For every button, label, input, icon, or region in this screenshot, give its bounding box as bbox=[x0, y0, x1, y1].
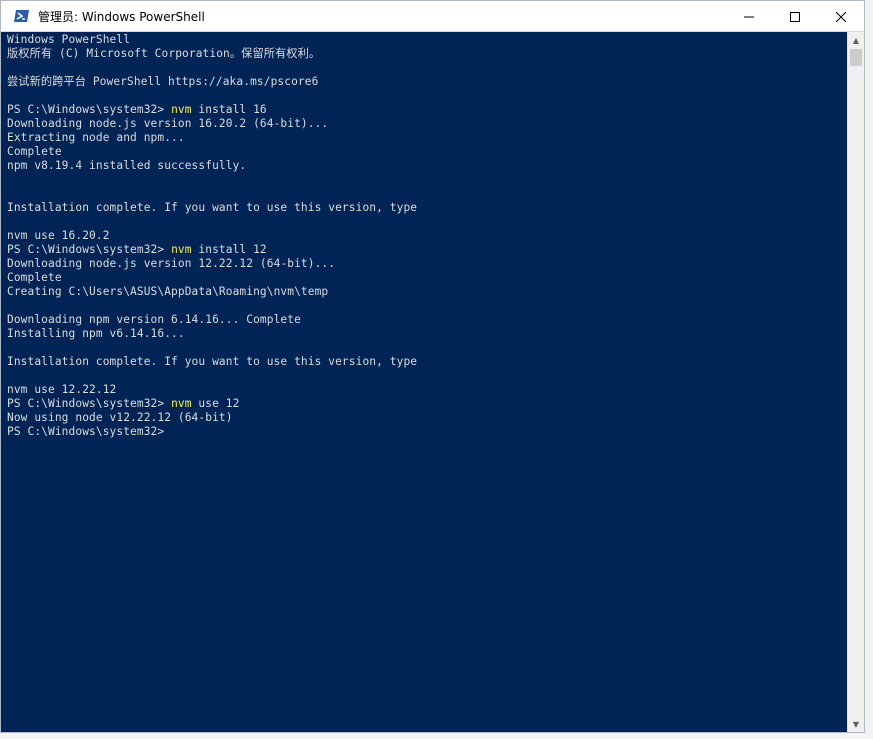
console-line-text: PS C:\Windows\system32> bbox=[7, 397, 172, 410]
console-line-text: Downloading npm version 6.14.16... Compl… bbox=[7, 313, 301, 326]
console-line-text: Complete bbox=[7, 145, 62, 158]
minimize-icon bbox=[744, 7, 754, 26]
console-line: npm v8.19.4 installed successfully. bbox=[7, 159, 847, 173]
maximize-button[interactable] bbox=[772, 1, 818, 31]
console-line-text: Complete bbox=[7, 271, 62, 284]
scroll-down-arrow-icon[interactable]: ▼ bbox=[848, 716, 864, 732]
console-command-args: install 12 bbox=[191, 243, 267, 256]
console-command: nvm bbox=[171, 103, 192, 116]
console-line-text: PS C:\Windows\system32> bbox=[7, 243, 172, 256]
console-line: Extracting node and npm... bbox=[7, 131, 847, 145]
close-icon bbox=[835, 7, 847, 26]
console-line: PS C:\Windows\system32> nvm use 12 bbox=[7, 397, 847, 411]
powershell-window: 管理员: Windows PowerShell Windows PowerShe… bbox=[0, 0, 865, 733]
console-line-text: 版权所有 (C) Microsoft Corporation。保留所有权利。 bbox=[7, 47, 321, 60]
console-line-text: npm v8.19.4 installed successfully. bbox=[7, 159, 247, 172]
console-line: Complete bbox=[7, 145, 847, 159]
console-line-text: Downloading node.js version 16.20.2 (64-… bbox=[7, 117, 329, 130]
console-line-text: Installation complete. If you want to us… bbox=[7, 355, 418, 368]
console-line: Now using node v12.22.12 (64-bit) bbox=[7, 411, 847, 425]
console-command: nvm bbox=[171, 397, 192, 410]
background-desktop-bottom bbox=[0, 733, 873, 739]
scrollbar-thumb[interactable] bbox=[850, 49, 862, 66]
console-line: PS C:\Windows\system32> bbox=[7, 425, 847, 439]
console-line-text: nvm use 16.20.2 bbox=[7, 229, 110, 242]
background-desktop-right bbox=[865, 0, 873, 739]
scroll-up-arrow-icon[interactable]: ▲ bbox=[848, 32, 864, 49]
console-line-text: Creating C:\Users\ASUS\AppData\Roaming\n… bbox=[7, 285, 329, 298]
minimize-button[interactable] bbox=[726, 1, 772, 31]
console-line: nvm use 12.22.12 bbox=[7, 383, 847, 397]
console-line: Installation complete. If you want to us… bbox=[7, 355, 847, 369]
console-line-text: 尝试新的跨平台 PowerShell https://aka.ms/pscore… bbox=[7, 75, 319, 88]
console-line: 版权所有 (C) Microsoft Corporation。保留所有权利。 bbox=[7, 47, 847, 61]
console-line: nvm use 16.20.2 bbox=[7, 229, 847, 243]
console-command-args: use 12 bbox=[191, 397, 240, 410]
console-line: PS C:\Windows\system32> nvm install 12 bbox=[7, 243, 847, 257]
console-line-text: Installation complete. If you want to us… bbox=[7, 201, 418, 214]
console-command-args: install 16 bbox=[191, 103, 267, 116]
console-line: Complete bbox=[7, 271, 847, 285]
powershell-icon[interactable] bbox=[14, 8, 30, 24]
console-line-text: PS C:\Windows\system32> bbox=[7, 425, 165, 438]
console-line: Windows PowerShell bbox=[7, 33, 847, 47]
console-line: Creating C:\Users\ASUS\AppData\Roaming\n… bbox=[7, 285, 847, 299]
console-line: Downloading npm version 6.14.16... Compl… bbox=[7, 313, 847, 327]
window-title: 管理员: Windows PowerShell bbox=[38, 9, 205, 24]
console-command: nvm bbox=[171, 243, 192, 256]
console-line: Installing npm v6.14.16... bbox=[7, 327, 847, 341]
console-line: Downloading node.js version 12.22.12 (64… bbox=[7, 257, 847, 271]
console-line-text: PS C:\Windows\system32> bbox=[7, 103, 172, 116]
console-line-text: Installing npm v6.14.16... bbox=[7, 327, 185, 340]
console-line-text: Windows PowerShell bbox=[7, 33, 131, 46]
console-line: 尝试新的跨平台 PowerShell https://aka.ms/pscore… bbox=[7, 75, 847, 89]
title-bar[interactable]: 管理员: Windows PowerShell bbox=[1, 1, 864, 32]
console-line-text: nvm use 12.22.12 bbox=[7, 383, 117, 396]
console-line-text: Now using node v12.22.12 (64-bit) bbox=[7, 411, 233, 424]
console-line: Downloading node.js version 16.20.2 (64-… bbox=[7, 117, 847, 131]
console-line: Installation complete. If you want to us… bbox=[7, 201, 847, 215]
close-button[interactable] bbox=[818, 1, 864, 31]
console-line-text: Extracting node and npm... bbox=[7, 131, 185, 144]
maximize-icon bbox=[790, 7, 800, 26]
vertical-scrollbar[interactable]: ▲ ▼ bbox=[847, 32, 864, 732]
console-line-text: Downloading node.js version 12.22.12 (64… bbox=[7, 257, 336, 270]
window-controls bbox=[726, 1, 864, 31]
console-output[interactable]: Windows PowerShell 版权所有 (C) Microsoft Cor… bbox=[1, 32, 847, 732]
console-line: PS C:\Windows\system32> nvm install 16 bbox=[7, 103, 847, 117]
